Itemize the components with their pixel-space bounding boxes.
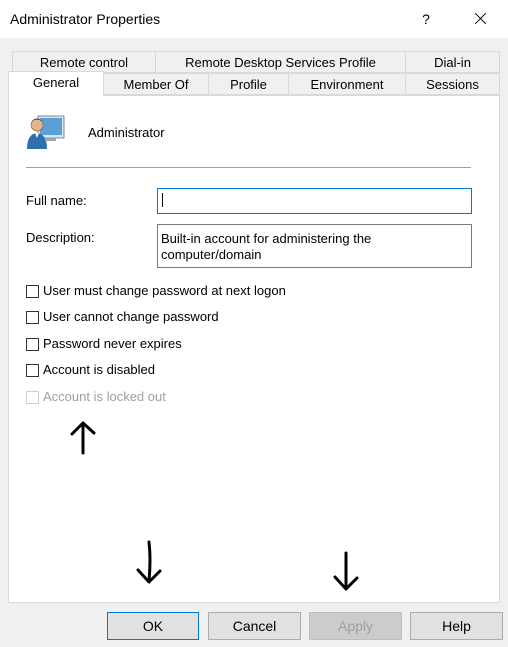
tab-sessions[interactable]: Sessions bbox=[405, 73, 500, 95]
tab-environment[interactable]: Environment bbox=[288, 73, 406, 95]
checkbox[interactable] bbox=[26, 364, 39, 377]
tab-dial-in[interactable]: Dial-in bbox=[405, 51, 500, 73]
full-name-field[interactable] bbox=[157, 188, 472, 214]
description-field[interactable]: Built-in account for administering the c… bbox=[157, 224, 472, 268]
arrow-down-icon bbox=[333, 551, 359, 591]
text-caret bbox=[162, 193, 163, 207]
cancel-button[interactable]: Cancel bbox=[208, 612, 301, 640]
tab-remote-control[interactable]: Remote control bbox=[12, 51, 156, 73]
tab-remote-desktop-services-profile[interactable]: Remote Desktop Services Profile bbox=[155, 51, 406, 73]
separator bbox=[26, 167, 471, 168]
arrow-up-icon bbox=[70, 421, 96, 455]
tab-member-of[interactable]: Member Of bbox=[103, 73, 209, 95]
ok-button[interactable]: OK bbox=[107, 612, 199, 640]
title-bar: Administrator Properties ? bbox=[0, 0, 508, 39]
user-name: Administrator bbox=[88, 125, 165, 140]
apply-button[interactable]: Apply bbox=[309, 612, 402, 640]
tab-profile[interactable]: Profile bbox=[208, 73, 289, 95]
user-icon bbox=[27, 115, 65, 149]
description-value: Built-in account for administering the c… bbox=[161, 231, 372, 262]
full-name-label: Full name: bbox=[26, 193, 87, 208]
checkbox[interactable] bbox=[26, 285, 39, 298]
general-tab-panel: Administrator Full name: Description: Bu… bbox=[8, 95, 500, 603]
description-label: Description: bbox=[26, 230, 95, 245]
help-title-button[interactable]: ? bbox=[414, 6, 438, 32]
tab-general[interactable]: General bbox=[8, 71, 104, 96]
checkbox[interactable] bbox=[26, 311, 39, 324]
close-icon[interactable] bbox=[465, 6, 495, 32]
arrow-down-icon bbox=[136, 540, 162, 584]
window-title: Administrator Properties bbox=[10, 11, 161, 27]
help-button[interactable]: Help bbox=[410, 612, 503, 640]
checkbox bbox=[26, 391, 39, 404]
checkbox[interactable] bbox=[26, 338, 39, 351]
